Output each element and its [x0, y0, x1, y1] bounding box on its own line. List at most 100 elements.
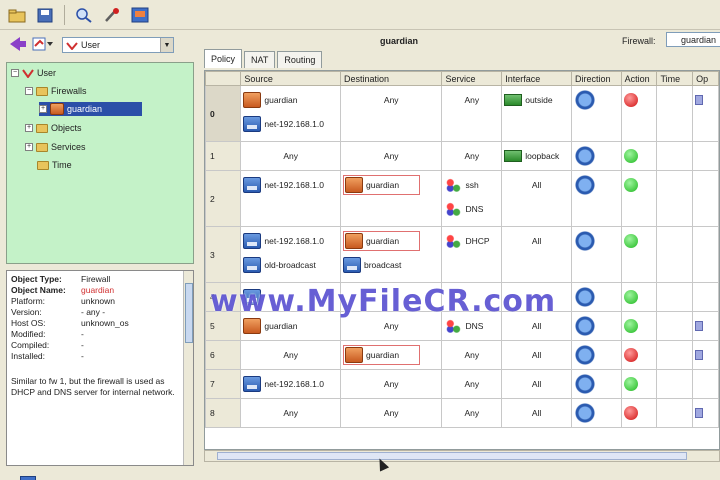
tree-item-objects[interactable]: + Objects — [25, 121, 82, 135]
cell-options[interactable] — [692, 141, 719, 171]
rule-number[interactable]: 5 — [205, 311, 242, 341]
cell-options[interactable] — [692, 340, 719, 370]
policy-horizontal-scrollbar[interactable] — [204, 450, 720, 462]
column-header-action[interactable]: Action — [620, 71, 658, 86]
cell-action[interactable] — [620, 170, 658, 227]
cell-action[interactable] — [620, 311, 658, 341]
cell-interface[interactable] — [501, 282, 572, 312]
cell-time[interactable] — [656, 85, 694, 142]
cell-action[interactable] — [620, 340, 658, 370]
object-chip[interactable]: guardian — [343, 345, 421, 365]
cell-direction[interactable] — [570, 369, 622, 399]
table-row[interactable]: 1 Any Any Any loopback — [205, 141, 719, 171]
cell-destination[interactable]: guardian — [339, 340, 443, 370]
cell-source[interactable]: Any — [240, 398, 341, 428]
properties-scrollbar[interactable] — [183, 271, 193, 465]
cell-source[interactable]: net-192.168.1.0 — [240, 170, 341, 227]
find-icon[interactable] — [73, 4, 95, 26]
column-header-options[interactable]: Op — [692, 71, 719, 86]
table-row[interactable]: 8 Any Any Any All — [205, 398, 719, 428]
expand-icon[interactable]: + — [25, 143, 33, 151]
cell-time[interactable] — [656, 398, 694, 428]
cell-destination[interactable]: Any — [339, 311, 443, 341]
cell-time[interactable] — [656, 369, 694, 399]
cell-direction[interactable] — [570, 398, 622, 428]
cell-service[interactable]: ssh DNS — [441, 170, 503, 227]
cell-time[interactable] — [656, 340, 694, 370]
info-icon[interactable] — [20, 476, 36, 480]
cell-options[interactable] — [692, 311, 719, 341]
rule-number[interactable]: 4 — [205, 282, 242, 312]
tab-routing[interactable]: Routing — [277, 51, 323, 68]
cell-action[interactable] — [620, 398, 658, 428]
save-icon[interactable] — [34, 4, 56, 26]
cell-source[interactable]: Any — [240, 141, 341, 171]
expand-icon[interactable]: + — [25, 124, 33, 132]
cell-service[interactable]: Any — [441, 141, 503, 171]
cell-action[interactable] — [620, 85, 658, 142]
object-chip[interactable]: guardian — [343, 175, 421, 195]
tree-item-time[interactable]: Time — [37, 158, 72, 172]
cell-interface[interactable]: outside — [501, 85, 572, 142]
rule-number[interactable]: 2 — [205, 170, 242, 227]
cell-options[interactable] — [692, 369, 719, 399]
cell-service[interactable]: DNS — [441, 311, 503, 341]
cell-service[interactable] — [441, 282, 503, 312]
cell-destination[interactable]: Any — [339, 369, 443, 399]
column-header-time[interactable]: Time — [656, 71, 694, 86]
cell-action[interactable] — [620, 282, 658, 312]
cell-source[interactable]: guardian — [240, 311, 341, 341]
collapse-icon[interactable]: − — [25, 87, 33, 95]
firewall-combo[interactable]: guardian — [666, 32, 720, 47]
cell-source[interactable] — [240, 282, 341, 312]
cell-action[interactable] — [620, 369, 658, 399]
table-row[interactable]: 5 guardian Any DNS All — [205, 311, 719, 341]
rule-number[interactable]: 3 — [205, 226, 242, 283]
tree-item-services[interactable]: + Services — [25, 140, 86, 154]
column-header-interface[interactable]: Interface — [501, 71, 572, 86]
cell-direction[interactable] — [570, 170, 622, 227]
cell-source[interactable]: net-192.168.1.0 old-broadcast — [240, 226, 341, 283]
back-arrow-icon[interactable] — [8, 36, 28, 54]
object-chip[interactable]: guardian — [343, 231, 421, 251]
cell-destination[interactable]: guardian broadcast — [339, 226, 443, 283]
cell-time[interactable] — [656, 311, 694, 341]
table-row[interactable]: 0 guardian net-192.168.1.0 Any Any outsi… — [205, 85, 719, 142]
rule-number[interactable]: 7 — [205, 369, 242, 399]
table-row[interactable]: 2 net-192.168.1.0 guardian ssh DNS All — [205, 170, 719, 227]
cell-source[interactable]: guardian net-192.168.1.0 — [240, 85, 341, 142]
cell-direction[interactable] — [570, 226, 622, 283]
column-header-service[interactable]: Service — [441, 71, 503, 86]
cell-service[interactable]: Any — [441, 398, 503, 428]
cell-options[interactable] — [692, 85, 719, 142]
cell-direction[interactable] — [570, 141, 622, 171]
open-icon[interactable] — [6, 4, 28, 26]
install-icon[interactable] — [129, 4, 151, 26]
cell-source[interactable]: Any — [240, 340, 341, 370]
cell-destination[interactable]: Any — [339, 85, 443, 142]
cell-options[interactable] — [692, 398, 719, 428]
cell-destination[interactable]: Any — [339, 398, 443, 428]
cell-source[interactable]: net-192.168.1.0 — [240, 369, 341, 399]
cell-direction[interactable] — [570, 282, 622, 312]
column-header-direction[interactable]: Direction — [570, 71, 622, 86]
cell-destination[interactable]: Any — [339, 141, 443, 171]
cell-interface[interactable]: All — [501, 311, 572, 341]
cell-destination[interactable]: guardian — [339, 170, 443, 227]
cell-interface[interactable]: All — [501, 170, 572, 227]
column-header-source[interactable]: Source — [240, 71, 341, 86]
cell-interface[interactable]: All — [501, 226, 572, 283]
cell-options[interactable] — [692, 170, 719, 227]
new-object-icon[interactable] — [32, 36, 54, 54]
cell-service[interactable]: DHCP — [441, 226, 503, 283]
cell-service[interactable]: Any — [441, 85, 503, 142]
tools-icon[interactable] — [101, 4, 123, 26]
cell-action[interactable] — [620, 226, 658, 283]
cell-interface[interactable]: All — [501, 369, 572, 399]
rule-number[interactable]: 1 — [205, 141, 242, 171]
cell-direction[interactable] — [570, 340, 622, 370]
cell-action[interactable] — [620, 141, 658, 171]
table-row[interactable]: 6 Any guardian Any All — [205, 340, 719, 370]
tab-nat[interactable]: NAT — [244, 51, 276, 68]
cell-time[interactable] — [656, 226, 694, 283]
